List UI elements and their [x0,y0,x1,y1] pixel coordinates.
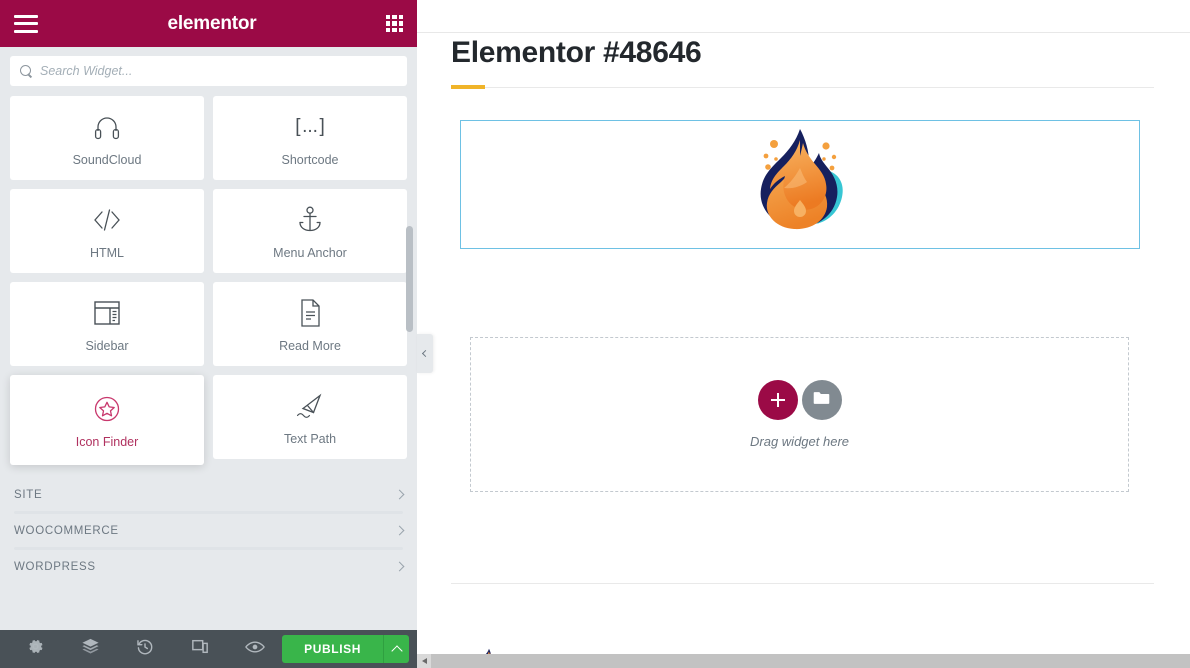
headphones-icon [92,110,122,144]
eye-icon [244,640,265,659]
code-icon [92,203,122,237]
add-new-section-button[interactable] [757,380,798,420]
drop-zone[interactable]: Drag widget here [470,337,1129,492]
widgets-grid-icon[interactable] [385,15,403,32]
widget-card-soundcloud[interactable]: SoundCloud [10,96,204,180]
drop-zone-hint: Drag widget here [750,434,849,449]
chevron-right-icon [394,561,405,572]
star-circle-icon [92,392,122,426]
panel-footer-toolbar: PUBLISH [0,630,417,668]
history-clock-icon [136,638,154,661]
settings-button[interactable] [8,630,63,668]
widget-grid: SoundCloud [ ... ] Shortcode HTML Menu A… [0,96,417,465]
sidebar-item-site[interactable]: SITE [0,478,417,511]
text-path-icon [295,389,325,423]
widget-categories: SITE WOOCOMMERCE WORDPRESS [0,478,417,583]
editor-canvas: Elementor #48646 Drag widget here [417,0,1190,668]
responsive-device-icon [191,638,209,660]
add-template-button[interactable] [801,380,842,420]
divider [417,32,1190,33]
navigator-button[interactable] [63,630,118,668]
elementor-editor: elementor Search Widget... SoundCloud [… [0,0,1190,668]
document-icon [297,296,323,330]
search-area [0,47,417,96]
history-button[interactable] [118,630,173,668]
widget-label: Sidebar [85,338,129,353]
widget-label: HTML [89,245,125,260]
widget-card-html[interactable]: HTML [10,189,204,273]
caret-up-icon [390,644,403,657]
publish-options-button[interactable] [383,635,410,663]
widget-label: Read More [279,338,341,353]
widget-label: Shortcode [281,152,339,167]
plus-icon [770,393,785,407]
hamburger-icon[interactable] [14,14,38,33]
scroll-left-arrow[interactable] [417,654,431,668]
responsive-mode-button[interactable] [172,630,227,668]
panel-header: elementor [0,0,417,47]
sidebar-item-wordpress[interactable]: WORDPRESS [0,550,417,583]
chevron-right-icon [394,489,405,500]
widget-card-menu-anchor[interactable]: Menu Anchor [213,189,407,273]
elementor-logo-text: elementor [167,12,257,34]
widget-card-text-path[interactable]: Text Path [213,375,407,459]
panel-scroll-area: SoundCloud [ ... ] Shortcode HTML Menu A… [0,96,417,630]
publish-button[interactable]: PUBLISH [282,635,384,663]
brackets-icon: [ ... ] [295,115,325,137]
anchor-icon [297,203,323,237]
canvas-horizontal-scrollbar[interactable] [417,654,1190,668]
layers-icon [81,638,100,660]
flame-logo [754,126,846,243]
drop-zone-buttons [757,380,842,420]
search-icon [20,64,33,78]
widget-card-read-more[interactable]: Read More [213,282,407,366]
widget-label: Icon Finder [75,434,139,449]
page-title: Elementor #48646 [451,36,702,69]
folder-icon [813,390,830,410]
title-accent-bar [451,85,485,89]
divider [451,583,1154,584]
publish-group: PUBLISH [282,635,410,663]
search-widget-box[interactable] [10,56,407,86]
section-logo[interactable] [460,120,1140,249]
widgets-panel: elementor Search Widget... SoundCloud [… [0,0,417,668]
triangle-left-icon [421,658,427,664]
category-label: WORDPRESS [14,560,96,573]
widget-label: Text Path [283,431,337,446]
sidebar-layout-icon [93,296,121,330]
widget-label: Menu Anchor [273,245,347,260]
gear-icon [27,638,44,660]
widget-label: SoundCloud [72,152,142,167]
panel-vertical-scrollbar[interactable] [406,226,413,332]
search-input[interactable] [40,64,397,78]
widget-card-sidebar[interactable]: Sidebar [10,282,204,366]
preview-button[interactable] [227,630,282,668]
widget-card-shortcode[interactable]: [ ... ] Shortcode [213,96,407,180]
divider [451,87,1154,88]
chevron-right-icon [394,525,405,536]
panel-collapse-handle[interactable] [417,334,433,373]
category-label: WOOCOMMERCE [14,524,119,537]
category-label: SITE [14,488,43,501]
chevron-left-icon [421,349,429,358]
sidebar-item-woocommerce[interactable]: WOOCOMMERCE [0,514,417,547]
widget-card-icon-finder[interactable]: Icon Finder [10,375,204,465]
